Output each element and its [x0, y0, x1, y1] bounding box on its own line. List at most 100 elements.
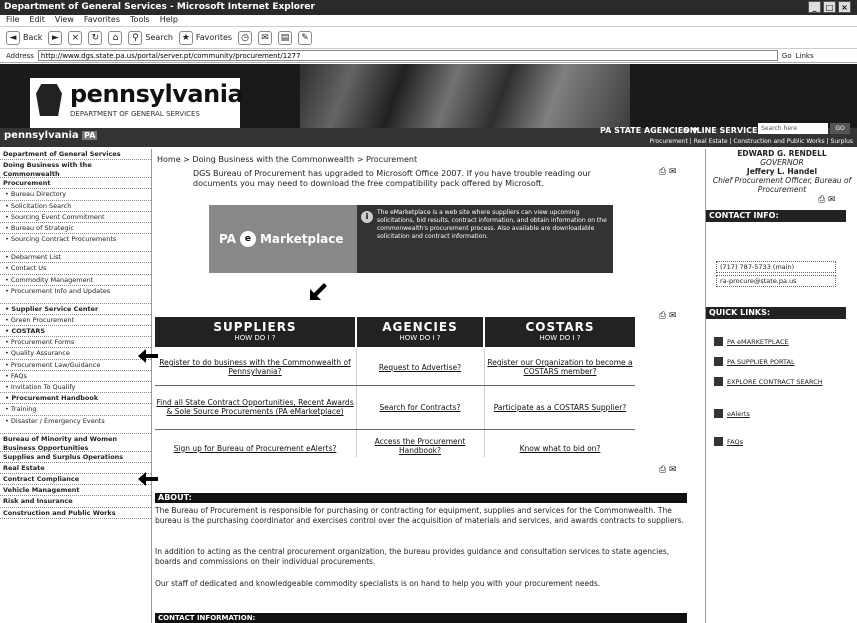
quick-link-supplier-portal[interactable]: PA SUPPLIER PORTAL — [714, 357, 849, 366]
sidebar-item[interactable]: Procurement — [0, 178, 151, 190]
search-icon — [714, 377, 723, 386]
sidebar-item[interactable]: • Debarment List — [0, 252, 151, 264]
sidebar-item[interactable]: Contract Compliance — [0, 474, 151, 486]
print-page-icon[interactable]: ⎙ ✉ — [659, 465, 677, 475]
sidebar-item[interactable]: • Green Procurement — [0, 315, 151, 327]
quick-link-faqs[interactable]: FAQs — [714, 437, 849, 446]
about-paragraph: Our staff of dedicated and knowledgeable… — [155, 579, 601, 588]
back-button[interactable]: ◄ Back — [6, 30, 42, 45]
header-quick-links[interactable]: Procurement | Real Estate | Construction… — [650, 138, 853, 145]
sidebar-item[interactable]: • Invitation To Qualify — [0, 382, 151, 394]
address-input[interactable] — [37, 50, 778, 61]
maximize-button[interactable]: □ — [823, 1, 836, 13]
sidebar-item[interactable]: Construction and Public Works — [0, 508, 151, 519]
sidebar-item[interactable]: Risk and Insurance — [0, 496, 151, 508]
mail-icon[interactable]: ✉ — [258, 30, 273, 45]
sidebar-item[interactable]: Bureau of Minority and Women Business Op… — [0, 434, 151, 452]
emarketplace-banner[interactable]: PA e Marketplace i The eMarketplace is a… — [209, 205, 613, 273]
sidebar-item[interactable]: • Disaster / Emergency Events — [0, 416, 151, 434]
favorites-button[interactable]: ★ Favorites — [178, 30, 232, 45]
print-page-icon[interactable]: ⎙ ✉ — [818, 195, 836, 205]
menu-tools[interactable]: Tools — [130, 15, 150, 26]
sidebar-item[interactable]: • FAQs — [0, 371, 151, 382]
home-icon[interactable]: ⌂ — [108, 30, 123, 45]
costars-title: COSTARS — [525, 320, 595, 334]
state-contract-opportunities-link[interactable]: Find all State Contract Opportunities, R… — [155, 391, 355, 423]
sidebar-item[interactable]: • Supplier Service Center — [0, 304, 151, 315]
emarketplace-logo: PA e Marketplace — [209, 205, 357, 273]
edit-icon[interactable]: ✎ — [298, 30, 313, 45]
sidebar-item[interactable]: • Bureau of Strategic — [0, 223, 151, 235]
sidebar-item[interactable]: Department of General Services — [0, 149, 151, 161]
stop-icon[interactable]: × — [68, 30, 83, 45]
menu-file[interactable]: File — [6, 15, 19, 26]
quick-link-contract-search[interactable]: EXPLORE CONTRACT SEARCH — [714, 377, 849, 386]
breadcrumb[interactable]: Home > Doing Business with the Commonwea… — [157, 155, 417, 164]
site-search-go-button[interactable]: GO — [830, 123, 850, 134]
costars-supplier-link[interactable]: Participate as a COSTARS Supplier? — [485, 391, 635, 423]
menu-help[interactable]: Help — [160, 15, 178, 26]
sidebar-item[interactable]: • COSTARS — [0, 326, 151, 338]
quick-link-label: EXPLORE CONTRACT SEARCH — [727, 377, 823, 386]
sidebar-item[interactable]: • Quality Assurance — [0, 348, 151, 360]
sidebar-item[interactable]: Real Estate — [0, 463, 151, 474]
sidebar-item[interactable]: Doing Business with the Commonwealth — [0, 160, 151, 179]
menu-view[interactable]: View — [55, 15, 74, 26]
refresh-icon[interactable]: ↻ — [88, 30, 103, 45]
sidebar-item[interactable]: Vehicle Management — [0, 485, 151, 497]
pa-logo[interactable]: pennsylvania DEPARTMENT OF GENERAL SERVI… — [30, 78, 244, 128]
know-what-to-bid-link[interactable]: Know what to bid on? — [485, 439, 635, 457]
quick-link-label: PA SUPPLIER PORTAL — [727, 357, 795, 366]
print-page-icon[interactable]: ⎙ ✉ — [659, 167, 677, 177]
ealerts-signup-link[interactable]: Sign up for Bureau of Procurement eAlert… — [155, 439, 355, 457]
governor-name: EDWARD G. RENDELL — [737, 149, 827, 158]
right-column: EDWARD G. RENDELL GOVERNOR Jeffery L. Ha… — [705, 149, 857, 623]
menu-bar: File Edit View Favorites Tools Help — [0, 15, 857, 27]
close-button[interactable]: × — [838, 1, 851, 13]
question-icon — [714, 437, 723, 446]
about-paragraph: In addition to acting as the central pro… — [155, 547, 670, 566]
search-contracts-link[interactable]: Search for Contracts? — [357, 391, 483, 423]
suppliers-title: SUPPLIERS — [213, 320, 297, 334]
history-icon[interactable]: ◷ — [238, 30, 253, 45]
sidebar-item[interactable]: • Procurement Law/Guidance — [0, 360, 151, 371]
sidebar-item[interactable]: • Commodity Management — [0, 275, 151, 286]
agencies-title: AGENCIES — [382, 320, 458, 334]
emarketplace-info: i The eMarketplace is a web site where s… — [359, 209, 609, 247]
minimize-button[interactable]: _ — [808, 1, 821, 13]
email-link[interactable]: ra-procure@state.pa.us — [716, 275, 836, 287]
print-page-icon[interactable]: ⎙ ✉ — [659, 311, 677, 321]
sidebar-item[interactable]: Supplies and Surplus Operations — [0, 452, 151, 463]
keystone-icon — [36, 84, 62, 116]
links-button[interactable]: Links — [796, 52, 814, 60]
go-button[interactable]: Go — [782, 52, 792, 60]
sidebar-item[interactable]: • Training — [0, 404, 151, 416]
menu-favorites[interactable]: Favorites — [84, 15, 120, 26]
site-search-input[interactable]: Search here — [758, 123, 828, 134]
quick-link-emarketplace[interactable]: PA eMARKETPLACE — [714, 337, 849, 346]
print-icon[interactable]: ▤ — [278, 30, 293, 45]
sidebar-item[interactable]: • Bureau Directory — [0, 189, 151, 201]
quick-link-ealerts[interactable]: eAlerts — [714, 409, 849, 418]
sidebar-item[interactable]: • Procurement Handbook — [0, 393, 151, 405]
search-button[interactable]: ⚲ Search — [128, 30, 173, 45]
agencies-subtitle: HOW DO I ? — [399, 334, 441, 342]
sidebar-item[interactable]: • Procurement Forms — [0, 337, 151, 349]
menu-edit[interactable]: Edit — [29, 15, 45, 26]
sidebar-item[interactable]: • Procurement Info and Updates — [0, 286, 151, 304]
sidebar-item[interactable]: • Sourcing Event Commitment — [0, 212, 151, 223]
costars-register-link[interactable]: Register our Organization to become a CO… — [485, 355, 635, 379]
pa-portal-logo[interactable]: pennsylvania PA — [4, 130, 98, 141]
emarketplace-info-text: The eMarketplace is a web site where sup… — [377, 209, 607, 240]
pa-brand-text: pennsylvania — [4, 130, 79, 141]
forward-arrow-icon[interactable]: ► — [48, 30, 63, 45]
procurement-handbook-link[interactable]: Access the Procurement Handbook? — [357, 435, 483, 457]
window-title: Department of General Services - Microso… — [4, 2, 315, 12]
sidebar-item[interactable]: • Contact Us — [0, 263, 151, 275]
sidebar-item[interactable]: • Sourcing Contract Procurements — [0, 234, 151, 253]
quick-link-label: FAQs — [727, 437, 743, 446]
sidebar-item[interactable]: • Solicitation Search — [0, 201, 151, 212]
phone-number: (717) 787-5733 (main) — [716, 261, 836, 273]
request-to-advertise-link[interactable]: Request to Advertise? — [357, 355, 483, 379]
register-business-link[interactable]: Register to do business with the Commonw… — [155, 355, 355, 379]
